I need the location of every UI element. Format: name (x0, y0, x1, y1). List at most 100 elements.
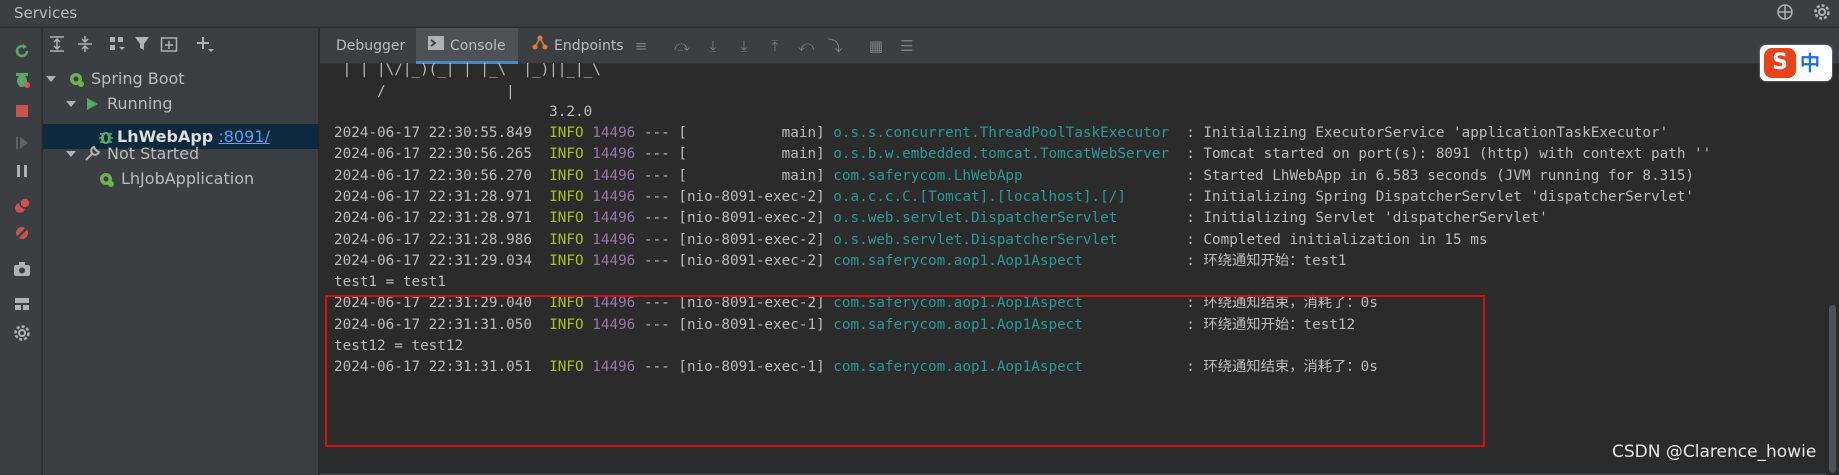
log-logger: o.s.s.concurrent.ThreadPoolTaskExecutor (833, 125, 1178, 141)
settings-icon[interactable] (11, 322, 33, 344)
pause-icon[interactable] (11, 160, 33, 182)
log-timestamp: 2024-06-17 22:30:55.849 (334, 125, 532, 141)
watermark: CSDN @Clarence_howie (1612, 442, 1817, 462)
log-timestamp: 2024-06-17 22:31:28.971 (334, 189, 532, 205)
log-level: INFO (549, 125, 584, 141)
step-into-icon[interactable]: ⤓ (702, 36, 724, 56)
gear-icon[interactable] (1812, 3, 1832, 23)
ime-logo: S (1764, 48, 1796, 78)
layout-icon[interactable] (11, 293, 33, 315)
log-line: 2024-06-17 22:30:55.849 INFO 14496 --- [… (334, 122, 1668, 144)
log-pid: 14496 (592, 146, 636, 162)
force-step-into-icon[interactable]: ⤓ (733, 36, 755, 56)
panel-title: Services (14, 4, 78, 22)
log-level: INFO (549, 210, 584, 226)
step-out-icon[interactable]: ⤒ (764, 36, 786, 56)
tree-node-label: Running (107, 94, 173, 113)
wrench-icon (85, 145, 101, 161)
log-logger: o.s.web.servlet.DispatcherServlet (833, 210, 1178, 226)
add-icon[interactable] (193, 35, 217, 57)
log-thread: [ main] (678, 125, 825, 141)
log-line: 2024-06-17 22:31:28.971 INFO 14496 --- [… (334, 186, 1694, 208)
ime-indicator[interactable]: S 中 (1760, 45, 1832, 81)
drop-frame-icon[interactable]: ⤺ (795, 36, 817, 56)
filter-icon[interactable] (131, 35, 155, 57)
debug-icon[interactable] (11, 69, 33, 91)
log-line: 2024-06-17 22:30:56.270 INFO 14496 --- [… (334, 165, 1694, 187)
stdout-text: test1 = test1 (334, 274, 446, 290)
run-icon (87, 98, 98, 110)
log-level: INFO (549, 146, 584, 162)
resume-icon[interactable] (11, 132, 33, 154)
stop-icon[interactable] (11, 100, 33, 122)
log-level: INFO (549, 168, 584, 184)
services-tree-panel: Spring Boot Running LhWebApp :8091/ Not … (43, 28, 319, 475)
log-logger: o.s.b.w.embedded.tomcat.TomcatWebServer (833, 146, 1178, 162)
tree-node-lhjobapplication[interactable]: LhJobApplication (43, 166, 319, 191)
log-pid: 14496 (592, 168, 636, 184)
spring-boot-icon (70, 73, 84, 87)
group-icon[interactable] (105, 35, 129, 57)
tab-label: Console (450, 38, 506, 54)
expand-arrow-icon[interactable] (45, 73, 57, 85)
scrollbar-thumb[interactable] (1829, 305, 1836, 473)
tree-node-spring-boot[interactable]: Spring Boot (43, 66, 319, 91)
log-message: : Initializing ExecutorService 'applicat… (1177, 125, 1669, 141)
menu-icon[interactable]: ≡ (630, 36, 652, 56)
highlight-annotation (325, 295, 1485, 447)
trace-icon[interactable]: ☰ (896, 36, 918, 56)
rerun-icon[interactable] (11, 40, 33, 62)
log-thread: [ main] (678, 168, 825, 184)
tab-label: Debugger (336, 38, 406, 54)
globe-icon[interactable] (1775, 3, 1795, 23)
log-timestamp: 2024-06-17 22:31:28.986 (334, 232, 532, 248)
log-message: : Tomcat started on port(s): 8091 (http)… (1177, 146, 1712, 162)
log-thread: [nio-8091-exec-2] (678, 232, 825, 248)
expand-all-icon[interactable] (45, 35, 69, 57)
log-timestamp: 2024-06-17 22:31:28.971 (334, 210, 532, 226)
expand-arrow-icon[interactable] (65, 148, 77, 160)
collapse-all-icon[interactable] (73, 35, 97, 57)
banner-line: / | (334, 84, 515, 100)
spring-boot-icon (100, 173, 114, 187)
console-scrollbar[interactable] (1826, 65, 1839, 475)
tree-node-label: Spring Boot (91, 69, 185, 88)
log-separator: --- (643, 253, 670, 269)
tree-node-running[interactable]: Running (43, 91, 319, 116)
expand-arrow-icon[interactable] (65, 98, 77, 110)
run-to-cursor-icon[interactable]: ⤵ (824, 36, 846, 56)
log-thread: [nio-8091-exec-2] (678, 189, 825, 205)
new-service-icon[interactable] (157, 35, 181, 57)
log-thread: [ main] (678, 146, 825, 162)
log-pid: 14496 (592, 210, 636, 226)
log-pid: 14496 (592, 125, 636, 141)
tree-toolbar (43, 28, 319, 64)
tree-node-label: LhJobApplication (121, 169, 255, 188)
log-pid: 14496 (592, 232, 636, 248)
tab-label: Endpoints (554, 38, 624, 54)
breakpoints-icon[interactable] (11, 195, 33, 217)
tree-node-not-started[interactable]: Not Started (43, 141, 319, 166)
ime-mode: 中 (1800, 51, 1820, 75)
log-separator: --- (643, 232, 670, 248)
banner-line: 3.2.0 (334, 104, 593, 120)
camera-icon[interactable] (11, 258, 33, 280)
log-level: INFO (549, 189, 584, 205)
step-over-icon[interactable]: ⤼ (671, 36, 693, 56)
mute-breakpoints-icon[interactable] (11, 222, 33, 244)
log-separator: --- (643, 125, 670, 141)
log-separator: --- (643, 168, 670, 184)
log-pid: 14496 (592, 189, 636, 205)
log-thread: [nio-8091-exec-2] (678, 253, 825, 269)
banner-line: | | |\/|_)(_| | |_\ |_)||_|_\ (334, 62, 601, 78)
log-line: 2024-06-17 22:30:56.265 INFO 14496 --- [… (334, 143, 1711, 165)
log-separator: --- (643, 210, 670, 226)
evaluate-icon[interactable]: ▦ (865, 36, 887, 56)
log-logger: o.a.c.c.C.[Tomcat].[localhost].[/] (833, 189, 1178, 205)
log-logger: o.s.web.servlet.DispatcherServlet (833, 232, 1178, 248)
log-message: : Initializing Spring DispatcherServlet … (1177, 189, 1695, 205)
log-level: INFO (549, 232, 584, 248)
console-stdout-line: test1 = test1 (334, 271, 446, 293)
title-bar: Services (0, 0, 1839, 27)
tree-node-label: Not Started (107, 144, 200, 163)
